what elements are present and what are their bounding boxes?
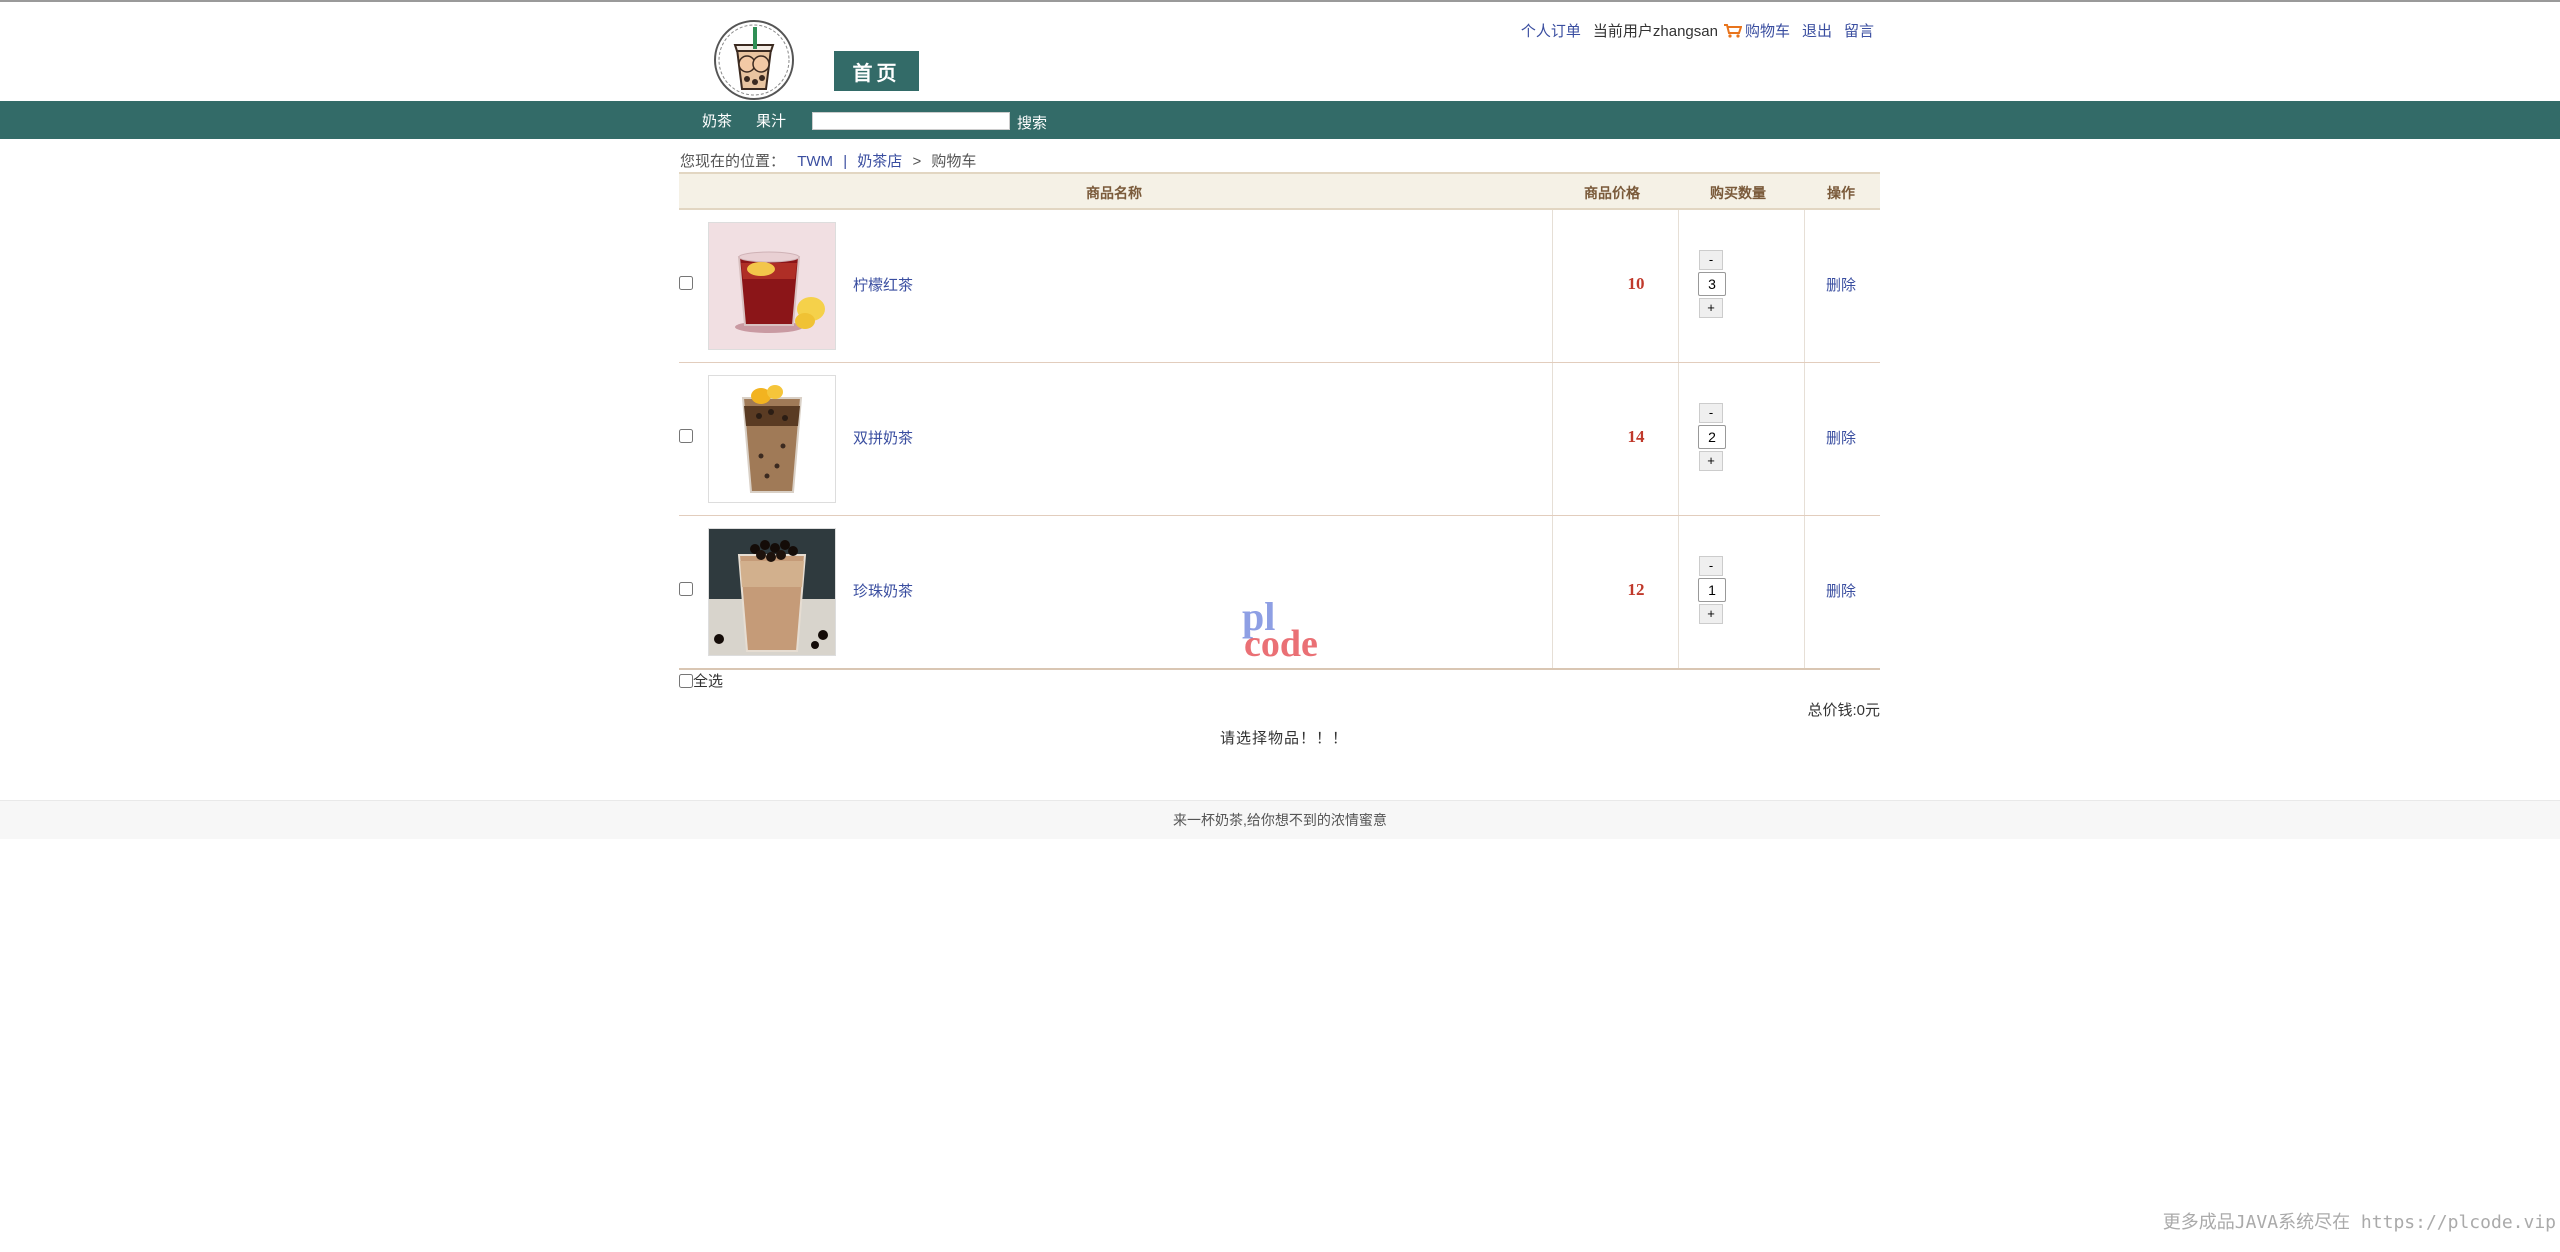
delete-link[interactable]: 删除 [1826,274,1856,295]
column-header-price: 商品价格 [1584,185,1640,201]
search-input[interactable] [812,112,1010,130]
breadcrumb-link-twm[interactable]: TWM [797,153,833,170]
breadcrumb: 您现在的位置： TWM | 奶茶店 > 购物车 [680,150,976,171]
column-header-name: 商品名称 [1086,185,1142,201]
milk-tea-logo[interactable] [713,19,795,101]
footer: 来一杯奶茶,给你想不到的浓情蜜意 [0,800,2560,839]
breadcrumb-separator: | [843,153,848,170]
nav-item-juice[interactable]: 果汁 [756,110,786,131]
cart-row: 双拼奶茶 14 - + 删除 [679,363,1880,516]
increase-quantity-button[interactable]: + [1699,604,1723,624]
breadcrumb-link-shop[interactable]: 奶茶店 [857,153,902,170]
product-price: 10 [1627,274,1645,293]
site-header: 首页 个人订单 当前用户zhangsan 购物车 退出 留言 [0,2,2560,101]
select-all-checkbox[interactable] [679,673,693,688]
quantity-stepper: - + [1698,250,1726,318]
quantity-input[interactable] [1698,272,1726,296]
breadcrumb-current: 购物车 [931,153,977,170]
selection-hint: 请选择物品！！！ [1220,730,1349,747]
item-checkbox[interactable] [679,582,693,596]
quantity-stepper: - + [1698,556,1726,624]
product-price: 14 [1627,427,1645,446]
item-checkbox[interactable] [679,429,693,443]
quantity-input[interactable] [1698,425,1726,449]
shopping-cart-icon [1723,23,1742,38]
select-all-label: 全选 [693,673,724,690]
nav-bar: 奶茶 果汁 搜索 [0,101,2560,139]
select-all[interactable]: 全选 [679,670,723,691]
column-header-quantity: 购买数量 [1710,185,1766,201]
logout-link[interactable]: 退出 [1802,20,1832,41]
watermark-text-code: code [1244,623,1318,658]
plcode-watermark-logo: pl code [1242,596,1318,658]
product-name-link[interactable]: 珍珠奶茶 [853,580,913,601]
product-image[interactable] [708,222,836,350]
product-name-link[interactable]: 双拼奶茶 [853,427,913,448]
decrease-quantity-button[interactable]: - [1699,556,1723,576]
cart-table-header: 商品名称 商品价格 购买数量 操作 [679,172,1880,210]
product-price: 12 [1627,580,1645,599]
decrease-quantity-button[interactable]: - [1699,250,1723,270]
home-tab[interactable]: 首页 [834,51,919,91]
footer-slogan: 来一杯奶茶,给你想不到的浓情蜜意 [1173,812,1387,828]
current-user-label: 当前用户zhangsan [1592,23,1718,40]
corner-watermark-text: 更多成品JAVA系统尽在 https://plcode.vip [2162,1212,2556,1233]
delete-link[interactable]: 删除 [1826,427,1856,448]
nav-item-milk-tea[interactable]: 奶茶 [702,110,732,131]
product-image[interactable] [708,528,836,656]
search-button[interactable]: 搜索 [1017,112,1047,133]
cart-row: 柠檬红茶 10 - + 删除 [679,210,1880,363]
quantity-stepper: - + [1698,403,1726,471]
total-price: 总价钱:0元 [1807,702,1880,719]
cart-link[interactable]: 购物车 [1745,20,1790,41]
item-checkbox[interactable] [679,276,693,290]
breadcrumb-arrow: > [912,153,922,170]
breadcrumb-prefix: 您现在的位置： [680,153,786,170]
product-name-link[interactable]: 柠檬红茶 [853,274,913,295]
increase-quantity-button[interactable]: + [1699,451,1723,471]
delete-link[interactable]: 删除 [1826,580,1856,601]
increase-quantity-button[interactable]: + [1699,298,1723,318]
top-links: 个人订单 当前用户zhangsan 购物车 退出 留言 [1521,20,1874,41]
product-image[interactable] [708,375,836,503]
my-orders-link[interactable]: 个人订单 [1521,20,1581,41]
column-header-action: 操作 [1827,185,1855,201]
message-link[interactable]: 留言 [1844,20,1874,41]
decrease-quantity-button[interactable]: - [1699,403,1723,423]
quantity-input[interactable] [1698,578,1726,602]
